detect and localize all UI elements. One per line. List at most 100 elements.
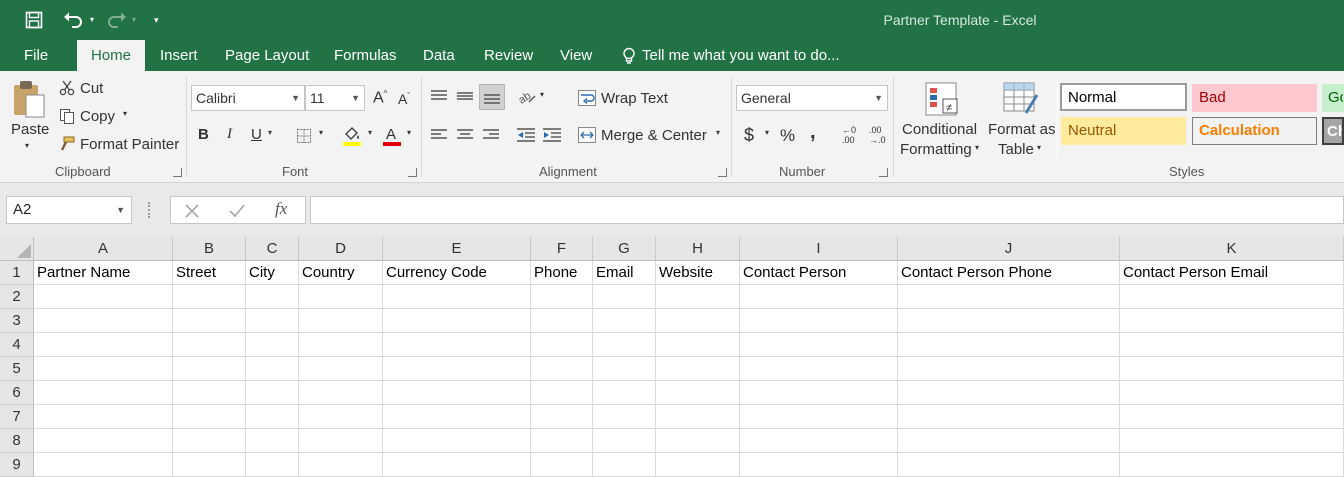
cell-h9[interactable] xyxy=(656,453,740,477)
enter-check-icon[interactable] xyxy=(228,202,246,220)
cell-a9[interactable] xyxy=(34,453,173,477)
cell-b4[interactable] xyxy=(173,333,246,357)
align-middle-icon[interactable] xyxy=(454,85,476,107)
column-header-k[interactable]: K xyxy=(1120,237,1344,261)
column-header-b[interactable]: B xyxy=(173,237,246,261)
cell-a6[interactable] xyxy=(34,381,173,405)
cell-b7[interactable] xyxy=(173,405,246,429)
cell-h1[interactable]: Website xyxy=(656,261,740,285)
currency-button[interactable]: $ xyxy=(744,125,754,146)
format-as-table-button-line1[interactable]: Format as xyxy=(988,121,1056,138)
cell-k2[interactable] xyxy=(1120,285,1344,309)
cell-b9[interactable] xyxy=(173,453,246,477)
align-left-icon[interactable] xyxy=(428,124,450,146)
cell-b3[interactable] xyxy=(173,309,246,333)
cell-c6[interactable] xyxy=(246,381,299,405)
insert-function-button[interactable]: fx xyxy=(275,199,287,219)
italic-button[interactable]: I xyxy=(227,126,232,143)
cell-c4[interactable] xyxy=(246,333,299,357)
cell-g3[interactable] xyxy=(593,309,656,333)
tell-me-box[interactable]: Tell me what you want to do... xyxy=(622,40,840,71)
cell-i1[interactable]: Contact Person xyxy=(740,261,898,285)
cell-c2[interactable] xyxy=(246,285,299,309)
format-as-table-button-line2[interactable]: Table xyxy=(998,141,1034,158)
format-as-table-dropdown-icon[interactable]: ▾ xyxy=(1037,143,1041,152)
cell-g9[interactable] xyxy=(593,453,656,477)
style-calculation[interactable]: Calculation xyxy=(1192,117,1317,145)
cell-e9[interactable] xyxy=(383,453,531,477)
cell-f9[interactable] xyxy=(531,453,593,477)
paste-label[interactable]: Paste xyxy=(11,121,49,138)
conditional-formatting-button-line1[interactable]: Conditional xyxy=(902,121,977,138)
percent-button[interactable]: % xyxy=(780,126,795,146)
cell-e6[interactable] xyxy=(383,381,531,405)
fill-color-dropdown-icon[interactable]: ▾ xyxy=(368,128,372,137)
cell-i4[interactable] xyxy=(740,333,898,357)
format-as-table-icon[interactable] xyxy=(1000,79,1042,119)
fill-color-icon[interactable] xyxy=(340,123,364,147)
cell-i2[interactable] xyxy=(740,285,898,309)
underline-button[interactable]: U xyxy=(251,126,262,143)
select-all-button[interactable] xyxy=(0,237,34,261)
cell-b5[interactable] xyxy=(173,357,246,381)
cell-a5[interactable] xyxy=(34,357,173,381)
cell-d9[interactable] xyxy=(299,453,383,477)
cell-b8[interactable] xyxy=(173,429,246,453)
cell-d1[interactable]: Country xyxy=(299,261,383,285)
format-painter-button[interactable]: Format Painter xyxy=(80,136,179,153)
tab-insert[interactable]: Insert xyxy=(160,40,198,71)
wrap-text-icon[interactable] xyxy=(577,88,597,108)
increase-font-size-icon[interactable]: A^ xyxy=(373,89,387,107)
wrap-text-button[interactable]: Wrap Text xyxy=(601,90,668,107)
cell-k5[interactable] xyxy=(1120,357,1344,381)
align-right-icon[interactable] xyxy=(480,124,502,146)
borders-icon[interactable] xyxy=(294,126,314,146)
merge-center-button[interactable]: Merge & Center xyxy=(601,127,707,144)
cell-f3[interactable] xyxy=(531,309,593,333)
row-header-7[interactable]: 7 xyxy=(0,405,34,429)
cell-h3[interactable] xyxy=(656,309,740,333)
font-size-select[interactable]: 11 ▼ xyxy=(305,85,365,111)
cell-j1[interactable]: Contact Person Phone xyxy=(898,261,1120,285)
paste-icon[interactable] xyxy=(10,77,48,121)
borders-dropdown-icon[interactable]: ▾ xyxy=(319,128,323,137)
alignment-launcher-icon[interactable] xyxy=(718,168,727,177)
cell-k6[interactable] xyxy=(1120,381,1344,405)
cell-a3[interactable] xyxy=(34,309,173,333)
row-header-4[interactable]: 4 xyxy=(0,333,34,357)
decrease-indent-icon[interactable] xyxy=(515,124,537,146)
cell-d6[interactable] xyxy=(299,381,383,405)
cell-d5[interactable] xyxy=(299,357,383,381)
cell-h2[interactable] xyxy=(656,285,740,309)
cell-g1[interactable]: Email xyxy=(593,261,656,285)
cell-i8[interactable] xyxy=(740,429,898,453)
column-header-f[interactable]: F xyxy=(531,237,593,261)
cell-h7[interactable] xyxy=(656,405,740,429)
row-header-3[interactable]: 3 xyxy=(0,309,34,333)
column-header-i[interactable]: I xyxy=(740,237,898,261)
copy-dropdown-icon[interactable]: ▾ xyxy=(123,109,127,118)
currency-dropdown-icon[interactable]: ▾ xyxy=(765,128,769,137)
cell-f2[interactable] xyxy=(531,285,593,309)
cancel-icon[interactable] xyxy=(183,202,201,220)
cell-k3[interactable] xyxy=(1120,309,1344,333)
cell-f4[interactable] xyxy=(531,333,593,357)
column-header-e[interactable]: E xyxy=(383,237,531,261)
cell-j2[interactable] xyxy=(898,285,1120,309)
cell-g8[interactable] xyxy=(593,429,656,453)
comma-style-button[interactable]: , xyxy=(810,121,816,144)
decrease-font-size-icon[interactable]: Aˇ xyxy=(398,91,410,107)
cell-a4[interactable] xyxy=(34,333,173,357)
font-launcher-icon[interactable] xyxy=(408,168,417,177)
number-format-select[interactable]: General ▼ xyxy=(736,85,888,111)
cell-e5[interactable] xyxy=(383,357,531,381)
align-bottom-icon[interactable] xyxy=(479,84,505,110)
cell-f5[interactable] xyxy=(531,357,593,381)
cell-b6[interactable] xyxy=(173,381,246,405)
cell-g4[interactable] xyxy=(593,333,656,357)
cell-c3[interactable] xyxy=(246,309,299,333)
cell-a7[interactable] xyxy=(34,405,173,429)
cell-a8[interactable] xyxy=(34,429,173,453)
tab-review[interactable]: Review xyxy=(484,40,533,71)
bold-button[interactable]: B xyxy=(198,126,209,143)
